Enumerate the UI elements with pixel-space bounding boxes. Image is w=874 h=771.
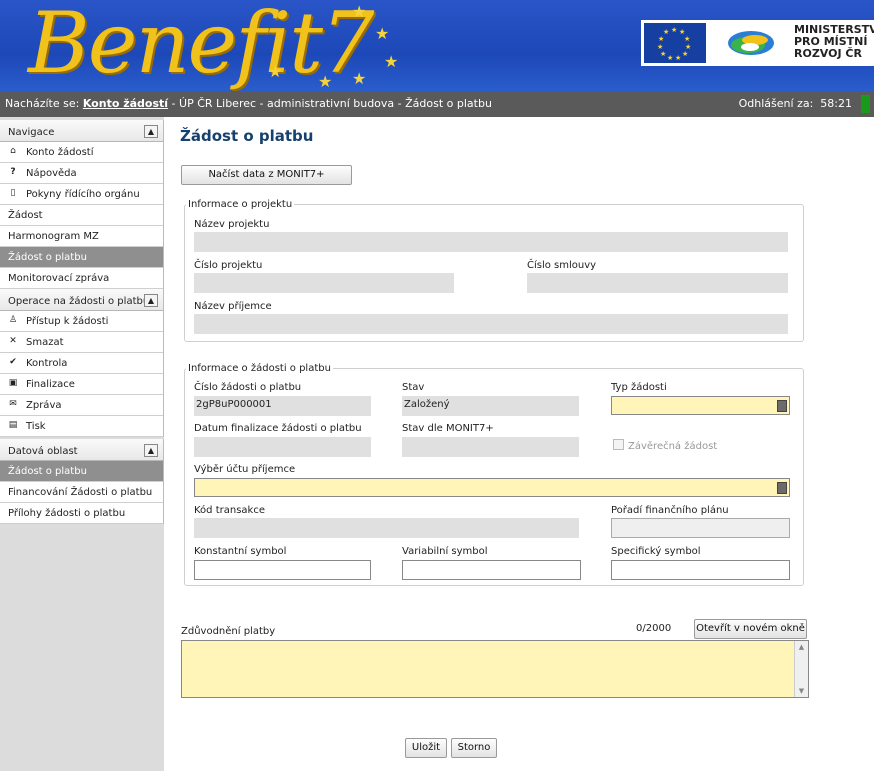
session-status-indicator <box>861 95 870 113</box>
sidebar-item-pristup[interactable]: ♙ Přístup k žádosti <box>0 311 163 332</box>
contract-number-label: Číslo smlouvy <box>527 260 597 271</box>
finalization-date-label: Datum finalizace žádosti o platbu <box>194 423 362 434</box>
collapse-icon[interactable]: ▲ <box>144 444 158 457</box>
star-icon: ★ <box>318 72 333 91</box>
breadcrumb: Nacházíte se: Konto žádostí - ÚP ČR Libe… <box>5 97 492 110</box>
sidebar-item-tisk[interactable]: ▤ Tisk <box>0 416 163 437</box>
sidebar-item-smazat[interactable]: ✕ Smazat <box>0 332 163 353</box>
textarea-scrollbar[interactable]: ▲ ▼ <box>794 641 808 697</box>
request-info-legend: Informace o žádosti o platbu <box>186 363 333 374</box>
print-icon: ▤ <box>8 420 18 430</box>
account-select[interactable] <box>194 478 790 497</box>
status-field: Založený <box>402 396 579 416</box>
constant-symbol-label: Konstantní symbol <box>194 546 287 557</box>
transaction-code-label: Kód transakce <box>194 505 265 516</box>
star-icon: ★ <box>384 52 399 71</box>
main-content: Žádost o platbu Načíst data z MONIT7+ In… <box>164 117 874 771</box>
financial-plan-label: Pořadí finančního plánu <box>611 505 729 516</box>
help-icon: ? <box>10 167 16 177</box>
final-request-checkbox[interactable] <box>613 439 624 450</box>
scroll-down-icon[interactable]: ▼ <box>795 687 808 695</box>
page-title: Žádost o platbu <box>180 127 314 145</box>
specific-symbol-input[interactable] <box>611 560 790 580</box>
mmr-logo-icon <box>728 31 774 55</box>
delete-icon: ✕ <box>9 336 17 346</box>
variable-symbol-label: Variabilní symbol <box>402 546 488 557</box>
sidebar-item-harmonogram[interactable]: Harmonogram MZ <box>0 226 163 247</box>
sidebar-item-finalizace[interactable]: ▣ Finalizace <box>0 374 163 395</box>
final-request-label: Závěrečná žádost <box>628 441 718 452</box>
save-button[interactable]: Uložit <box>405 738 447 758</box>
user-icon: ♙ <box>8 315 18 325</box>
ministry-logo-panel: ★★★ ★★★ ★★★ ★★ MINISTERSTVO PRO MÍSTNÍ R… <box>641 20 874 66</box>
load-monit-button[interactable]: Načíst data z MONIT7+ <box>181 165 352 185</box>
variable-symbol-input[interactable] <box>402 560 581 580</box>
session-time: 58:21 <box>820 97 852 110</box>
eu-flag-icon: ★ ★ ★ ★ ★ ★ ★ ★ ★ ★ ★ <box>644 23 706 63</box>
specific-symbol-label: Specifický symbol <box>611 546 701 557</box>
app-header: Benefit7 ★ ★ ★ ★ ★ ★ ★ ★ ★ ★ ★ ★ ★ ★ ★ ★ ★ MINI… <box>0 0 874 91</box>
mail-icon: ✉ <box>9 399 17 409</box>
sidebar-item-pokyny[interactable]: ▯ Pokyny řídícího orgánu <box>0 184 163 205</box>
recipient-name-label: Název příjemce <box>194 301 272 312</box>
scroll-up-icon[interactable]: ▲ <box>795 643 808 651</box>
open-new-window-button[interactable]: Otevřít v novém okně <box>694 619 807 639</box>
financial-plan-field <box>611 518 790 538</box>
ministry-name: MINISTERSTVO PRO MÍSTNÍ ROZVOJ ČR <box>794 23 874 60</box>
dropdown-icon <box>777 400 787 412</box>
project-name-label: Název projektu <box>194 219 270 230</box>
check-icon: ✔ <box>9 357 17 367</box>
star-icon: ★ <box>352 2 367 21</box>
sidebar-item-zadost-o-platbu[interactable]: Žádost o platbu <box>0 247 163 268</box>
transaction-code-field <box>194 518 579 538</box>
star-icon: ★ <box>352 69 367 88</box>
contract-number-field <box>527 273 788 293</box>
dropdown-icon <box>777 482 787 494</box>
project-number-label: Číslo projektu <box>194 260 263 271</box>
monit-status-field <box>402 437 579 457</box>
sidebar-item-konto-zadosti[interactable]: ⌂ Konto žádostí <box>0 142 163 163</box>
cancel-button[interactable]: Storno <box>451 738 497 758</box>
recipient-name-field <box>194 314 788 334</box>
request-number-field: 2gP8uP000001 <box>194 396 371 416</box>
home-icon: ⌂ <box>10 146 16 156</box>
sidebar-nav-header: Navigace ▲ <box>0 120 163 142</box>
project-info-legend: Informace o projektu <box>186 199 295 210</box>
sidebar-item-kontrola[interactable]: ✔ Kontrola <box>0 353 163 374</box>
book-icon: ▯ <box>10 188 16 198</box>
sidebar-ops-header: Operace na žádosti o platbu ▲ <box>0 289 163 311</box>
breadcrumb-link-konto[interactable]: Konto žádostí <box>83 97 168 110</box>
sidebar-item-zprava[interactable]: ✉ Zpráva <box>0 395 163 416</box>
justification-label: Zdůvodnění platby <box>181 626 276 637</box>
finalization-date-field <box>194 437 371 457</box>
project-name-field <box>194 232 788 252</box>
session-timer: Odhlášení za: 58:21 <box>738 97 852 110</box>
sidebar-item-prilohy[interactable]: Přílohy žádosti o platbu <box>0 503 163 524</box>
sidebar-item-data-zadost-o-platbu[interactable]: Žádost o platbu <box>0 461 163 482</box>
type-select[interactable] <box>611 396 790 415</box>
collapse-icon[interactable]: ▲ <box>144 294 158 307</box>
sidebar: Navigace ▲ ⌂ Konto žádostí ? Nápověda ▯ Pok… <box>0 117 164 771</box>
request-number-label: Číslo žádosti o platbu <box>194 382 302 393</box>
star-icon: ★ <box>268 62 283 81</box>
monit-status-label: Stav dle MONIT7+ <box>402 423 494 434</box>
sidebar-data-header: Datová oblast ▲ <box>0 439 163 461</box>
status-label: Stav <box>402 382 425 393</box>
account-label: Výběr účtu příjemce <box>194 464 296 475</box>
justification-textarea[interactable]: ▲ ▼ <box>181 640 809 698</box>
project-number-field <box>194 273 454 293</box>
type-label: Typ žádosti <box>611 382 667 393</box>
star-icon: ★ <box>375 24 390 43</box>
sidebar-item-monitorovaci-zprava[interactable]: Monitorovací zpráva <box>0 268 163 289</box>
sidebar-item-financovani[interactable]: Financování Žádosti o platbu <box>0 482 163 503</box>
collapse-icon[interactable]: ▲ <box>144 125 158 138</box>
constant-symbol-input[interactable] <box>194 560 371 580</box>
sidebar-item-zadost[interactable]: Žádost <box>0 205 163 226</box>
char-counter: 0/2000 <box>636 623 672 634</box>
location-bar: Nacházíte se: Konto žádostí - ÚP ČR Libe… <box>0 91 874 117</box>
sidebar-item-napoveda[interactable]: ? Nápověda <box>0 163 163 184</box>
lock-icon: ▣ <box>8 378 18 388</box>
